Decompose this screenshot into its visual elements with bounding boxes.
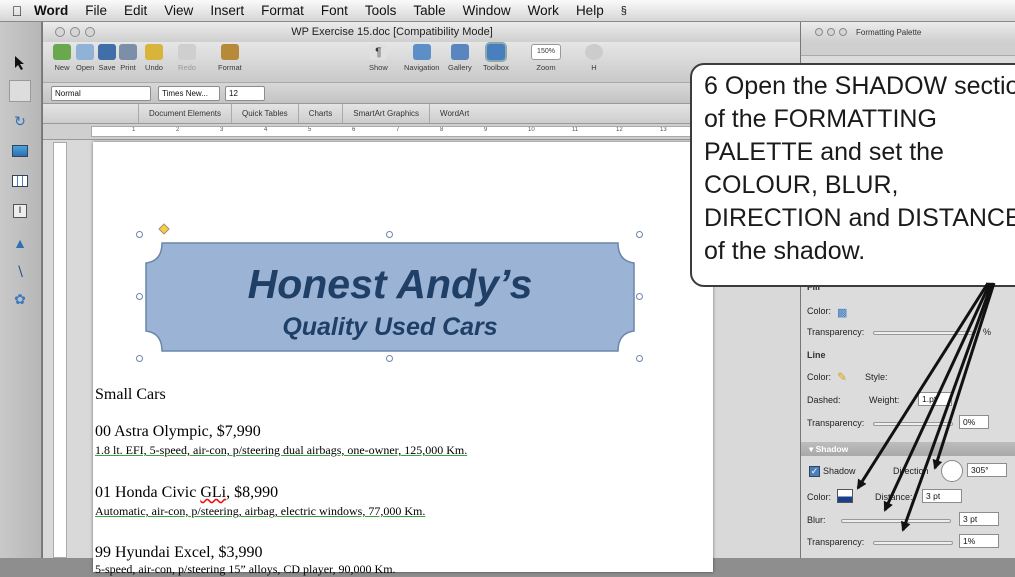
arrow-to-distance: [932, 282, 996, 470]
car-description: 5-speed, air-con, p/steering 15” alloys,…: [95, 562, 396, 576]
arrow-to-blur: [883, 282, 992, 512]
arrow-to-shadow-color: [856, 282, 990, 490]
callout-arrows: [856, 282, 996, 532]
arrow-to-transparency: [901, 282, 994, 532]
